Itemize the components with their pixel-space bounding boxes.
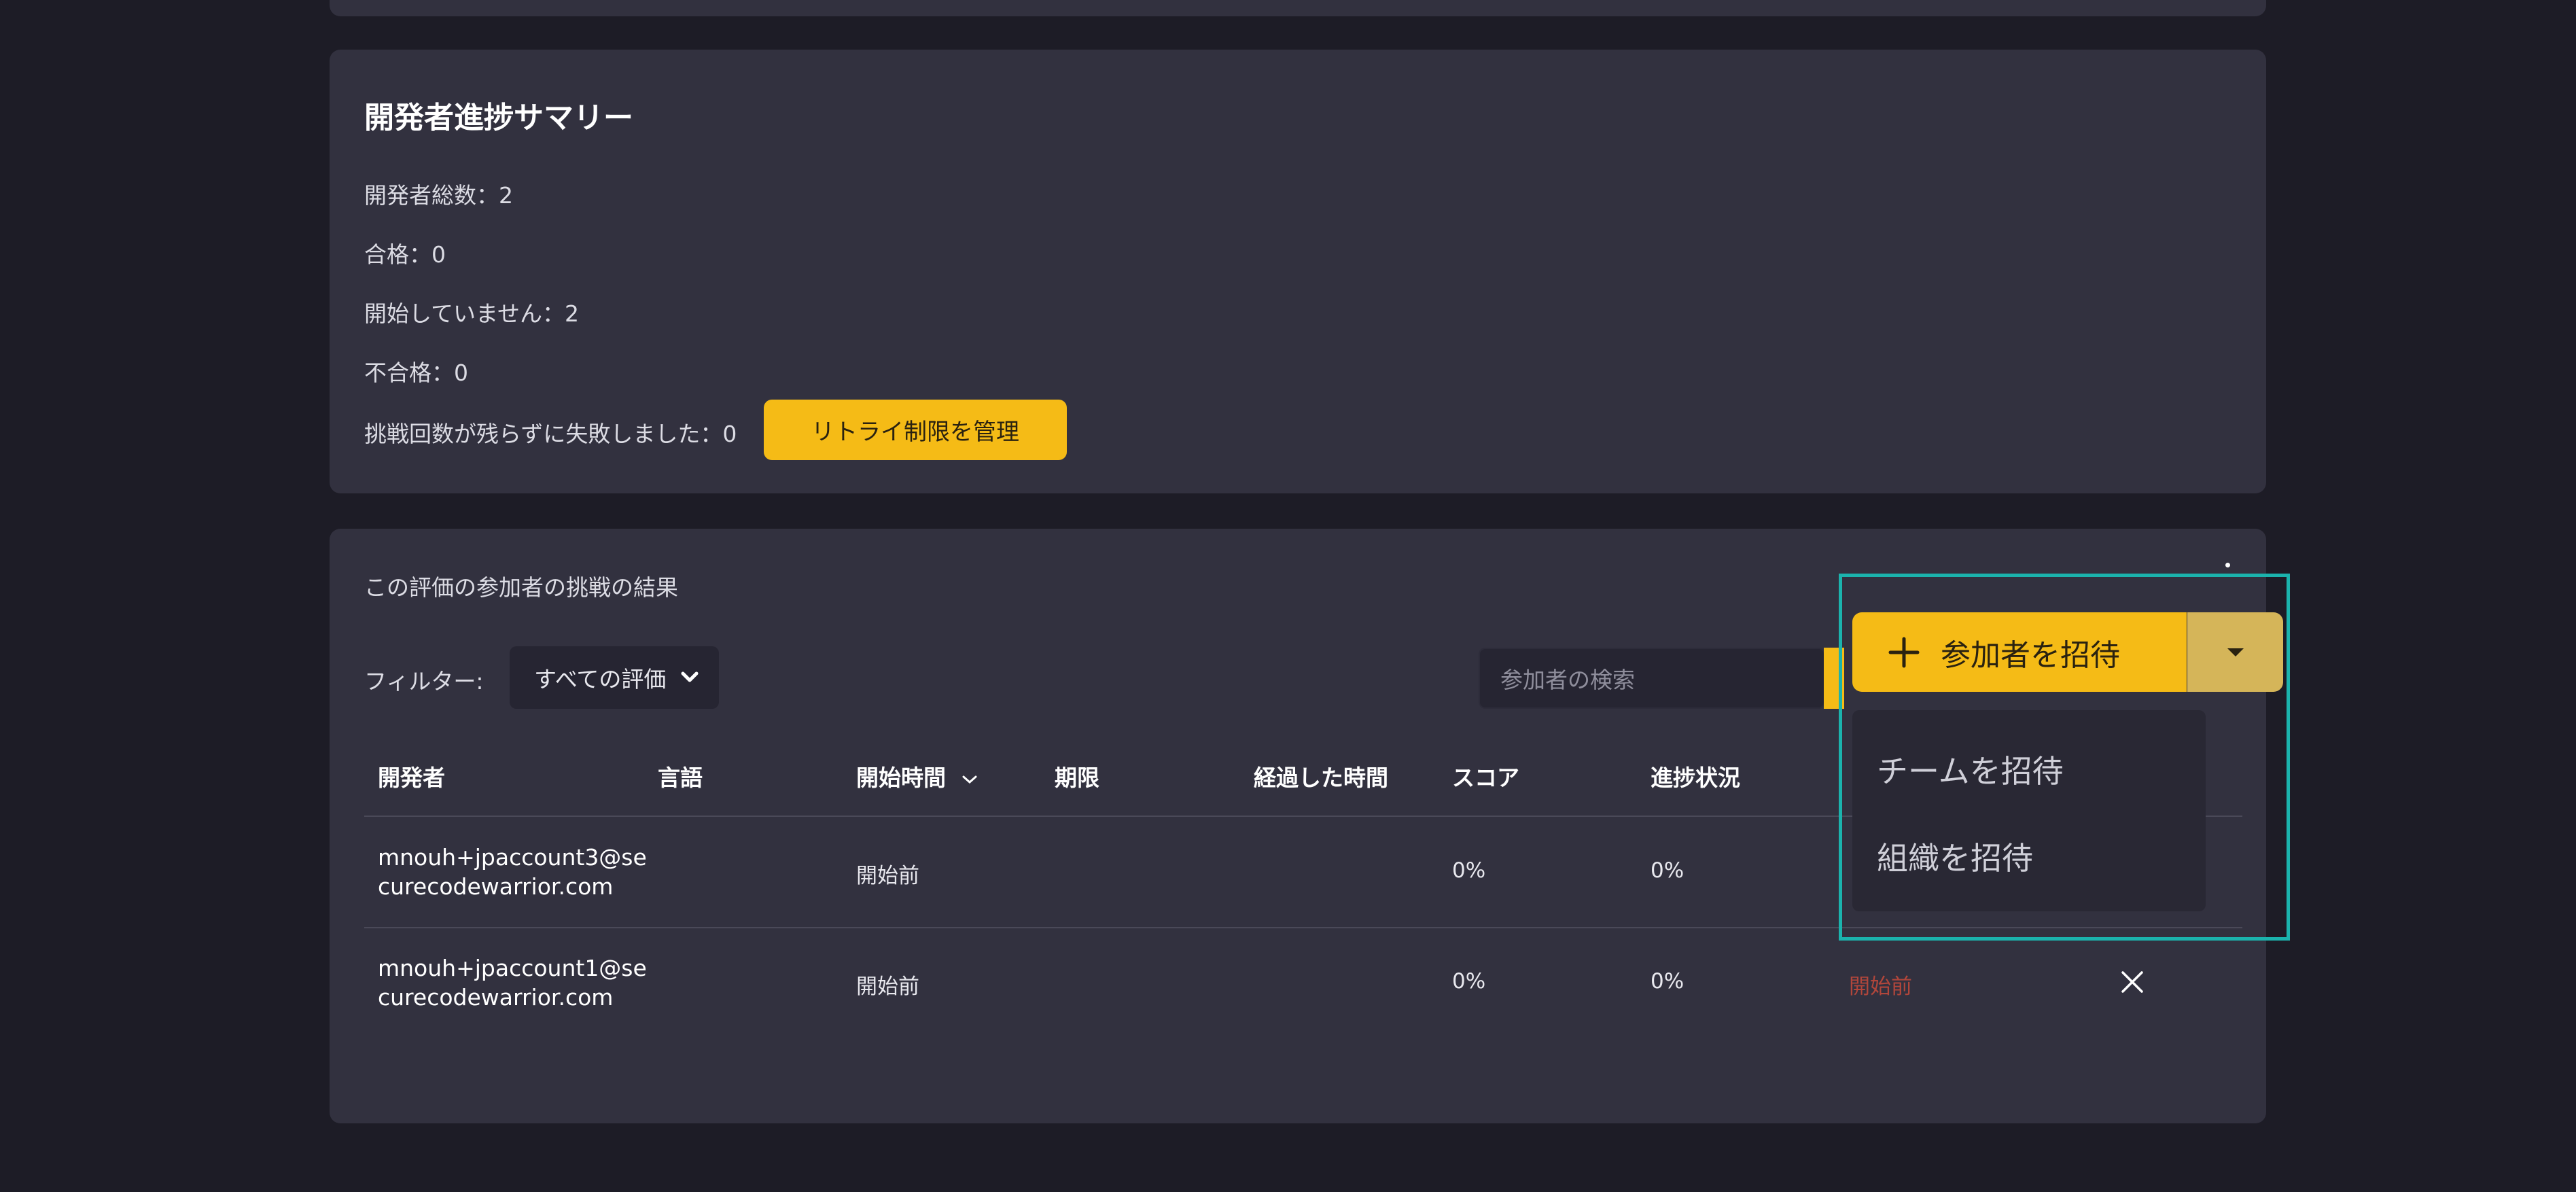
manage-retry-limit-button[interactable]: リトライ制限を管理 xyxy=(764,400,1067,460)
table-row-2-start: 開始前 xyxy=(856,975,919,999)
column-progress[interactable]: 進捗状況 xyxy=(1651,760,1740,792)
filter-label: フィルター: xyxy=(364,668,484,695)
summary-title: 開発者進捗サマリー xyxy=(364,101,633,135)
more-options-dot[interactable] xyxy=(2225,563,2230,567)
table-row-2-email: mnouh+jpaccount1@se curecodewarrior.com xyxy=(378,953,647,1012)
filter-dropdown[interactable]: すべての評価 xyxy=(510,646,719,709)
previous-card xyxy=(330,0,2266,16)
column-start-time-label: 開始時間 xyxy=(856,765,946,791)
column-start-time[interactable]: 開始時間 xyxy=(856,760,978,792)
search-placeholder: 参加者の検索 xyxy=(1500,667,1635,693)
stat-no-retries: 挑戦回数が残らずに失敗しました：0 xyxy=(364,421,737,447)
highlight-box xyxy=(1839,574,2290,941)
table-row-1-progress: 0% xyxy=(1651,858,1684,883)
table-row-1-score: 0% xyxy=(1452,858,1486,883)
stat-failed: 不合格：0 xyxy=(364,360,468,386)
table-row-1-start: 開始前 xyxy=(856,864,919,888)
chevron-down-icon xyxy=(681,671,699,682)
sort-chevron-icon xyxy=(962,775,976,784)
column-deadline[interactable]: 期限 xyxy=(1055,760,1099,792)
stat-not-started: 開始していません：2 xyxy=(364,300,580,327)
remove-participant-icon[interactable] xyxy=(2119,968,2146,996)
column-elapsed[interactable]: 経過した時間 xyxy=(1254,760,1388,792)
email-line: mnouh+jpaccount1@se xyxy=(378,955,647,981)
column-developer[interactable]: 開発者 xyxy=(378,760,445,792)
email-line: curecodewarrior.com xyxy=(378,984,614,1011)
table-row-2-progress: 0% xyxy=(1651,969,1684,994)
column-language[interactable]: 言語 xyxy=(658,760,703,792)
column-score[interactable]: スコア xyxy=(1452,760,1519,792)
filter-value: すべての評価 xyxy=(534,666,667,693)
email-line: curecodewarrior.com xyxy=(378,873,614,900)
table-row-2-status: 開始前 xyxy=(1849,975,1912,999)
email-line: mnouh+jpaccount3@se xyxy=(378,844,647,871)
results-title: この評価の参加者の挑戦の結果 xyxy=(364,574,678,601)
table-row-1-email: mnouh+jpaccount3@se curecodewarrior.com xyxy=(378,843,647,901)
stat-total: 開発者総数：2 xyxy=(364,182,513,209)
stat-passed: 合格：0 xyxy=(364,241,446,268)
table-row-2-score: 0% xyxy=(1452,969,1486,994)
participant-search-input[interactable]: 参加者の検索 xyxy=(1479,648,1825,709)
